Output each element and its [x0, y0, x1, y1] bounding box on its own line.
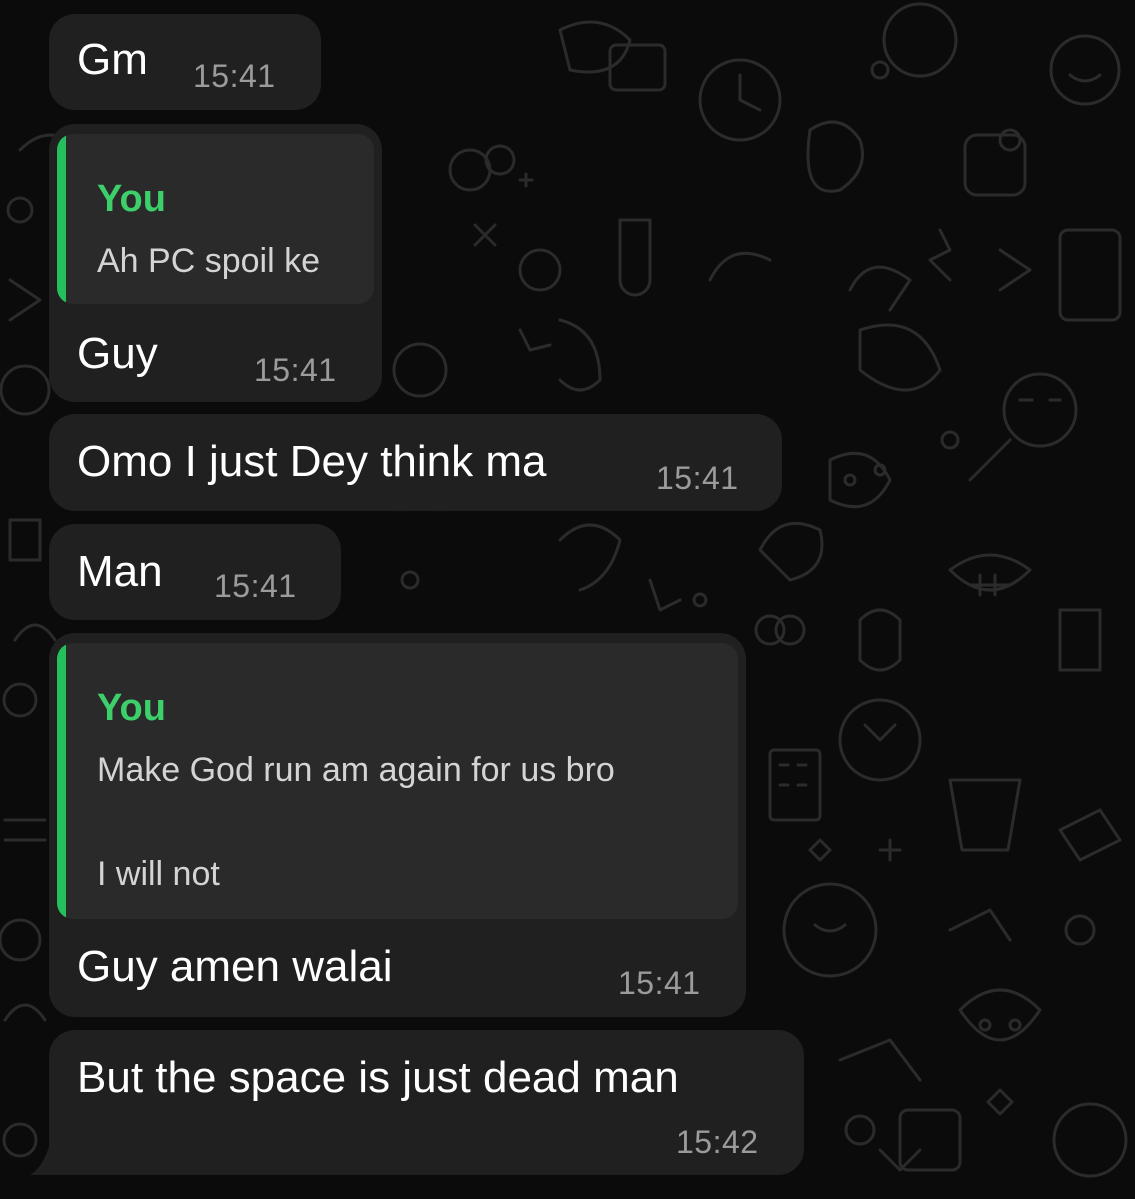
- message-bubble[interactable]: You Ah PC spoil ke Guy 15:41: [49, 124, 382, 402]
- quote-text: Make God run am again for us bro: [97, 751, 615, 789]
- message-bubble[interactable]: You Make God run am again for us bro I w…: [49, 633, 746, 1017]
- message-text: Man: [77, 547, 163, 596]
- message-bubble[interactable]: Gm 15:41: [49, 14, 321, 110]
- message-time: 15:42: [676, 1124, 759, 1160]
- quote-text: I will not: [97, 855, 220, 893]
- message-time: 15:41: [254, 352, 337, 388]
- message-time: 15:41: [193, 58, 276, 94]
- quote-text: Ah PC spoil ke: [97, 242, 320, 280]
- message-time: 15:41: [618, 965, 701, 1001]
- message-time: 15:41: [214, 568, 297, 604]
- message-text: Guy: [77, 329, 158, 378]
- quote-accent-bar: [57, 134, 66, 304]
- message-text: Gm: [77, 35, 148, 84]
- quote-author: You: [97, 178, 166, 220]
- message-bubble[interactable]: Man 15:41: [49, 524, 341, 620]
- message-text: But the space is just dead man: [77, 1053, 679, 1102]
- quote-author: You: [97, 687, 166, 729]
- quote-accent-bar: [57, 643, 66, 919]
- message-text: Omo I just Dey think ma: [77, 437, 547, 486]
- message-bubble[interactable]: Omo I just Dey think ma 15:41: [49, 414, 782, 511]
- message-text: Guy amen walai: [77, 942, 393, 991]
- quoted-message[interactable]: You Make God run am again for us bro I w…: [57, 643, 738, 919]
- message-bubble[interactable]: But the space is just dead man 15:42: [49, 1030, 804, 1175]
- message-time: 15:41: [656, 460, 739, 496]
- quoted-message[interactable]: You Ah PC spoil ke: [57, 134, 374, 304]
